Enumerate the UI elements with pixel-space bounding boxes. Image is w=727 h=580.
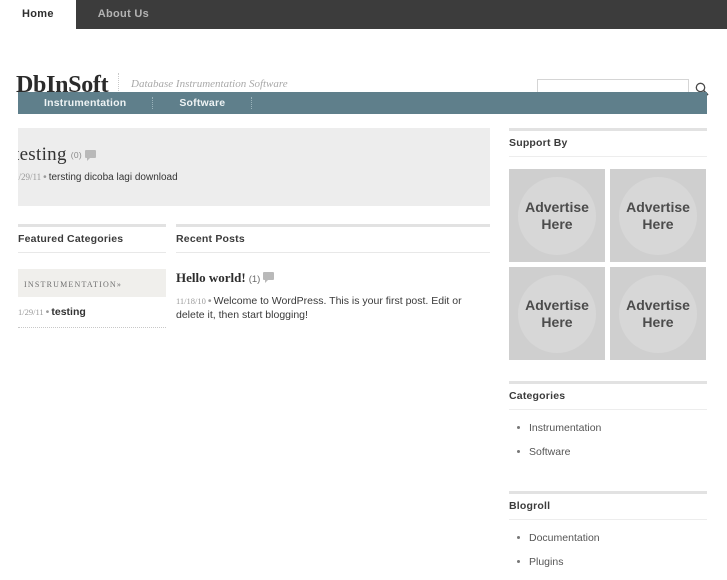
advertise-here-tile[interactable]: Advertise Here: [610, 169, 706, 262]
advertise-here-text: Advertise Here: [525, 198, 589, 232]
featured-post-comment-count: (0): [70, 150, 83, 160]
blogroll-list-item-label: Plugins: [529, 556, 564, 568]
blogroll-widget-heading: Blogroll: [509, 491, 707, 520]
recent-post-excerpt: Welcome to WordPress. This is your first…: [176, 295, 462, 321]
featured-categories-column: Featured Categories INSTRUMENTATION» 1/2…: [18, 224, 166, 328]
advertisement-grid: Advertise Here Advertise Here Advertise Her…: [509, 169, 707, 360]
advertise-here-tile[interactable]: Advertise Here: [509, 169, 605, 262]
featured-category-item-title[interactable]: testing: [51, 306, 85, 318]
featured-post-title[interactable]: testing: [18, 144, 67, 165]
top-nav-item-about-us-label: About Us: [97, 8, 150, 20]
categories-list-item-label: Instrumentation: [529, 422, 602, 434]
recent-post-title-row: Hello world! (1): [176, 269, 490, 287]
advertise-here-tile[interactable]: Advertise Here: [610, 267, 706, 360]
top-nav-list: Home About Us: [0, 0, 171, 29]
top-nav-item-home[interactable]: Home: [0, 0, 76, 29]
comment-bubble-icon: [85, 150, 97, 161]
advertise-here-text: Advertise Here: [626, 198, 690, 232]
logo-divider: [118, 73, 119, 93]
subnav-item-software[interactable]: Software: [153, 92, 251, 114]
featured-category-item: 1/29/11 • testing: [18, 306, 166, 328]
support-widget-heading: Support By: [509, 128, 707, 157]
recent-post-title[interactable]: Hello world!: [176, 270, 246, 285]
top-nav-item-about-us[interactable]: About Us: [76, 0, 171, 29]
blogroll-list-item-documentation[interactable]: Documentation: [509, 532, 707, 556]
recent-post-item: Hello world! (1) 11/18/10 • Welcome to Word…: [176, 269, 490, 322]
featured-post-title-row: testing (0): [18, 144, 97, 166]
featured-post-date: 1/29/11: [18, 172, 42, 182]
featured-category-label[interactable]: INSTRUMENTATION»: [24, 280, 122, 289]
featured-categories-heading: Featured Categories: [18, 224, 166, 253]
subnav-divider-2: [251, 97, 253, 109]
categories-widget: Categories Instrumentation Software: [509, 381, 707, 470]
site-header: DbInSoft Database Instrumentation Softwa…: [0, 29, 727, 99]
site-tagline: Database Instrumentation Software: [131, 78, 288, 90]
top-navigation-bar: Home About Us: [0, 0, 727, 29]
advertise-here-text: Advertise Here: [626, 296, 690, 330]
categories-list-item-software[interactable]: Software: [509, 446, 707, 470]
support-widget: Support By Advertise Here Advertise Here A…: [509, 128, 707, 360]
categories-list: Instrumentation Software: [509, 422, 707, 470]
featured-category-item-date: 1/29/11: [18, 307, 44, 317]
categories-list-item-instrumentation[interactable]: Instrumentation: [509, 422, 707, 446]
recent-posts-heading: Recent Posts: [176, 224, 490, 253]
category-navigation-bar: Instrumentation Software: [18, 92, 707, 114]
categories-widget-heading: Categories: [509, 381, 707, 410]
blogroll-list-item-label: Documentation: [529, 532, 600, 544]
featured-post-meta: 1/29/11•tersting dicoba lagi download: [18, 172, 178, 183]
content-columns: Featured Categories INSTRUMENTATION» 1/2…: [18, 224, 490, 328]
featured-post-excerpt: tersting dicoba lagi download: [48, 172, 178, 183]
recent-post-date: 11/18/10: [176, 296, 206, 306]
advertise-here-text: Advertise Here: [525, 296, 589, 330]
blogroll-widget: Blogroll Documentation Plugins: [509, 491, 707, 580]
advertise-here-tile[interactable]: Advertise Here: [509, 267, 605, 360]
recent-post-body: 11/18/10 • Welcome to WordPress. This is y…: [176, 294, 490, 322]
main-content: testing(0) 1/29/11•tersting dicoba lagi …: [18, 128, 490, 328]
featured-category-band: INSTRUMENTATION»: [18, 269, 166, 297]
featured-post-box: testing(0) 1/29/11•tersting dicoba lagi …: [18, 128, 490, 206]
blogroll-list-item-plugins[interactable]: Plugins: [509, 556, 707, 580]
subnav-item-instrumentation-label: Instrumentation: [44, 97, 127, 109]
categories-list-item-label: Software: [529, 446, 571, 458]
blogroll-list: Documentation Plugins: [509, 532, 707, 580]
subnav-item-instrumentation[interactable]: Instrumentation: [18, 92, 152, 114]
featured-category-item-separator: •: [45, 306, 50, 318]
recent-posts-column: Recent Posts Hello world! (1) 11/18/10 • We…: [176, 224, 490, 328]
top-nav-item-home-label: Home: [22, 8, 54, 20]
featured-post-separator: •: [43, 172, 47, 183]
recent-post-separator: •: [207, 295, 212, 307]
comment-bubble-icon: [263, 272, 275, 283]
subnav-item-software-label: Software: [179, 97, 226, 109]
sidebar: Support By Advertise Here Advertise Here A…: [509, 128, 707, 580]
recent-post-comment-count: (1): [248, 274, 261, 285]
